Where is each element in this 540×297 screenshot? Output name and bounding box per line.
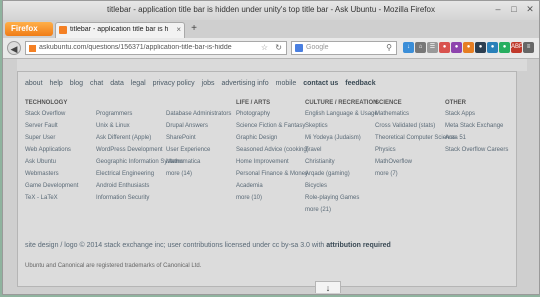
footer-link-help[interactable]: help <box>50 80 63 87</box>
footer-top-strip <box>17 59 527 71</box>
footer-link-chat[interactable]: chat <box>90 80 103 87</box>
footer-link-legal[interactable]: legal <box>131 80 146 87</box>
copyright-text: site design / logo © 2014 stack exchange… <box>25 242 391 249</box>
footer-column: OTHER Stack Apps Meta Stack Exchange Area 5… <box>445 100 533 159</box>
footer-site-link[interactable]: MathOverflow <box>375 159 463 166</box>
addon-icon-1[interactable]: ● <box>439 42 450 53</box>
url-bar[interactable]: askubuntu.com/questions/156371/applicati… <box>25 41 287 55</box>
menu-icon[interactable]: ≡ <box>523 42 534 53</box>
footer-link-blog[interactable]: blog <box>70 80 83 87</box>
footer-links: about help blog chat data legal privacy policy… <box>25 80 376 87</box>
footer-column-header: OTHER <box>445 100 466 106</box>
addon-icon-5[interactable]: ● <box>487 42 498 53</box>
window-titlebar: titlebar - application title bar is hidd… <box>3 1 539 20</box>
footer-link-contact-us[interactable]: contact us <box>303 80 338 87</box>
tab-strip: Firefox titlebar - application title bar… <box>3 20 539 39</box>
footer-link-feedback[interactable]: feedback <box>345 80 375 87</box>
page-content: about help blog chat data legal privacy policy… <box>3 59 539 294</box>
google-engine-icon[interactable] <box>295 44 303 52</box>
addon-icon-3[interactable]: ● <box>463 42 474 53</box>
copyright-main: site design / logo © 2014 stack exchange… <box>25 242 327 249</box>
stackexchange-favicon-icon <box>59 26 67 34</box>
footer-site-link[interactable]: Bicycles <box>305 183 393 190</box>
bookmarks-icon[interactable]: ☰ <box>427 42 438 53</box>
footer-link-mobile[interactable]: mobile <box>276 80 297 87</box>
navigation-bar: ◀ askubuntu.com/questions/156371/applica… <box>3 38 539 59</box>
download-arrow-icon[interactable]: ↓ <box>315 281 341 293</box>
close-icon[interactable]: ✕ <box>525 4 535 14</box>
footer-link-jobs[interactable]: jobs <box>202 80 215 87</box>
tab-title: titlebar - application title bar is h <box>70 26 169 33</box>
addon-icon-4[interactable]: ● <box>475 42 486 53</box>
footer-site-link[interactable]: Stack Apps <box>445 111 533 118</box>
firefox-menu-button[interactable]: Firefox <box>5 22 53 36</box>
abp-icon[interactable]: ABP <box>511 42 523 53</box>
footer-site-link[interactable]: Stack Overflow Careers <box>445 147 533 154</box>
firefox-window: titlebar - application title bar is hidd… <box>2 0 540 295</box>
url-text[interactable]: askubuntu.com/questions/156371/applicati… <box>39 44 254 51</box>
footer-link-data[interactable]: data <box>110 80 124 87</box>
trademark-text: Ubuntu and Canonical are registered trad… <box>25 263 202 269</box>
tab-askubuntu[interactable]: titlebar - application title bar is h × <box>55 22 185 38</box>
search-box[interactable]: Google ⚲ <box>291 41 397 55</box>
tab-close-icon[interactable]: × <box>176 25 181 34</box>
footer-site-link[interactable]: more (21) <box>305 207 393 214</box>
window-title: titlebar - application title bar is hidd… <box>107 5 435 14</box>
maximize-icon[interactable]: □ <box>509 4 519 14</box>
new-tab-icon[interactable]: + <box>188 23 200 35</box>
window-controls: – □ ✕ <box>493 4 535 14</box>
site-footer: about help blog chat data legal privacy policy… <box>17 71 517 287</box>
addon-icon-2[interactable]: ● <box>451 42 462 53</box>
home-icon[interactable]: ⌂ <box>415 42 426 53</box>
search-placeholder: Google <box>306 44 329 51</box>
addon-icon-6[interactable]: ● <box>499 42 510 53</box>
site-favicon-icon <box>29 45 36 52</box>
footer-link-about[interactable]: about <box>25 80 43 87</box>
footer-site-link[interactable]: Area 51 <box>445 135 533 142</box>
minimize-icon[interactable]: – <box>493 4 503 14</box>
back-arrow-icon[interactable]: ◀ <box>7 41 21 55</box>
footer-site-link[interactable]: Role-playing Games <box>305 195 393 202</box>
footer-site-link[interactable]: Meta Stack Exchange <box>445 123 533 130</box>
download-icon[interactable]: ↓ <box>403 42 414 53</box>
footer-site-link[interactable]: Android Enthusiasts <box>96 183 184 190</box>
search-icon[interactable]: ⚲ <box>386 43 392 52</box>
footer-link-advertising-info[interactable]: advertising info <box>222 80 269 87</box>
footer-site-link[interactable]: Information Security <box>96 195 184 202</box>
reload-icon[interactable]: ↻ <box>275 43 282 52</box>
footer-link-privacy-policy[interactable]: privacy policy <box>153 80 195 87</box>
footer-site-link[interactable]: more (7) <box>375 171 463 178</box>
attribution-link[interactable]: attribution required <box>326 242 391 249</box>
bookmark-star-icon[interactable]: ☆ <box>261 43 268 52</box>
